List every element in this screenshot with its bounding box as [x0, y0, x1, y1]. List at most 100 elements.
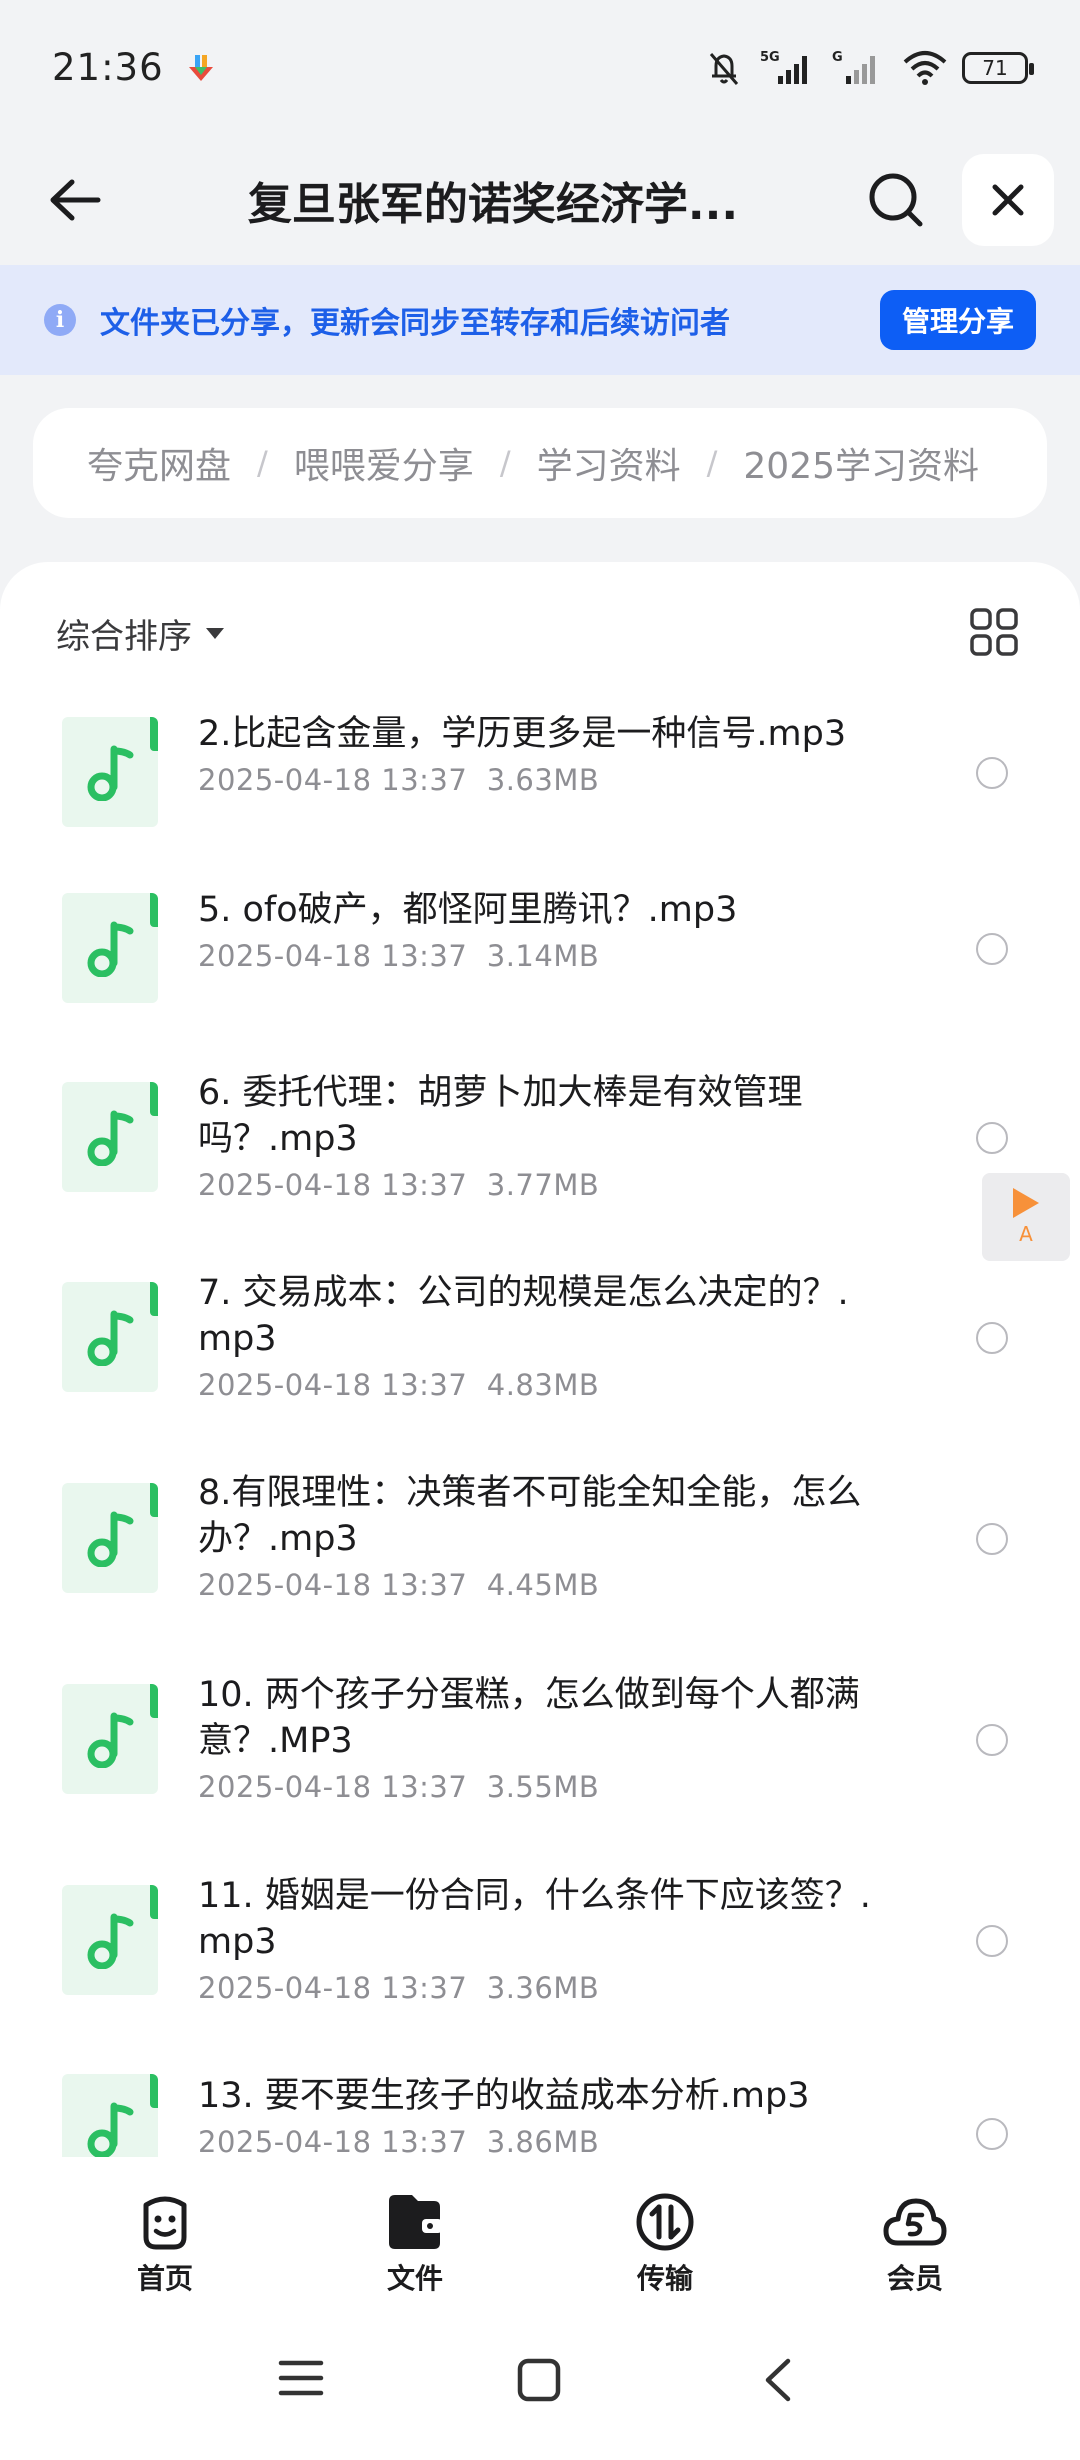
breadcrumb-item[interactable]: 喂喂爱分享: [294, 437, 474, 489]
menu-icon[interactable]: [278, 2357, 324, 2399]
arrow-left-icon: [50, 179, 101, 221]
header: 复旦张军的诺奖经济学...: [0, 135, 1080, 265]
file-date: 2025-04-18 13:37: [198, 1568, 468, 1602]
breadcrumb-separator: /: [706, 444, 718, 482]
audio-file-icon: [62, 1885, 158, 1995]
breadcrumb-separator: /: [499, 444, 511, 482]
breadcrumb-item[interactable]: 2025学习资料: [743, 437, 979, 489]
search-button[interactable]: [856, 160, 936, 240]
select-checkbox[interactable]: [976, 933, 1008, 965]
signal-5g-icon: 5G: [760, 50, 807, 84]
caret-down-icon: [206, 627, 224, 639]
select-checkbox[interactable]: [976, 1724, 1008, 1756]
file-date: 2025-04-18 13:37: [198, 939, 468, 973]
file-date: 2025-04-18 13:37: [198, 1368, 468, 1402]
play-icon: [1013, 1188, 1039, 1218]
file-row[interactable]: 7. 交易成本：公司的规模是怎么决定的？.mp3 2025-04-18 13:3…: [0, 1273, 1080, 1482]
file-date: 2025-04-18 13:37: [198, 1770, 468, 1804]
music-note-icon: [87, 745, 134, 801]
status-time: 21:36: [52, 46, 164, 89]
share-banner: i 文件夹已分享，更新会同步至转存和后续访问者 管理分享: [0, 265, 1080, 375]
nav-item-vip[interactable]: 会员: [790, 2157, 1040, 2297]
music-note-icon: [87, 1110, 134, 1166]
file-row[interactable]: 11. 婚姻是一份合同，什么条件下应该签？.mp3 2025-04-18 13:…: [0, 1876, 1080, 2085]
music-note-icon: [87, 1310, 134, 1366]
nav-item-home[interactable]: 首页: [40, 2157, 290, 2297]
audio-file-icon: [62, 893, 158, 1003]
select-checkbox[interactable]: [976, 1925, 1008, 1957]
select-checkbox[interactable]: [976, 1523, 1008, 1555]
floating-play-button[interactable]: A: [982, 1173, 1070, 1261]
file-size: 3.14MB: [486, 939, 600, 973]
file-meta: 2025-04-18 13:37 3.86MB: [198, 2125, 599, 2157]
search-icon: [869, 173, 923, 227]
network-label-1: 5G: [760, 50, 780, 65]
folder-icon: [389, 2195, 442, 2249]
breadcrumb-item[interactable]: 夸克网盘: [87, 437, 231, 489]
file-size: 4.83MB: [486, 1368, 600, 1402]
share-banner-text: 文件夹已分享，更新会同步至转存和后续访问者: [100, 306, 730, 341]
grid-view-icon[interactable]: [964, 602, 1024, 662]
file-meta: 2025-04-18 13:37 4.83MB: [198, 1368, 599, 1402]
select-checkbox[interactable]: [976, 1122, 1008, 1154]
file-date: 2025-04-18 13:37: [198, 1168, 468, 1202]
file-meta: 2025-04-18 13:37 3.63MB: [198, 763, 599, 797]
home-square-icon[interactable]: [516, 2357, 562, 2403]
file-meta: 2025-04-18 13:37 3.14MB: [198, 939, 599, 973]
file-name: 8.有限理性：决策者不可能全知全能，怎么办？.mp3: [198, 1473, 862, 1559]
file-size: 3.77MB: [486, 1168, 600, 1202]
file-list-card: 综合排序 2.比起含金量，学历更多是一种信号.mp3 2025-04-18 13…: [0, 562, 1080, 2157]
audio-file-icon: [62, 1282, 158, 1392]
sort-label: 综合排序: [56, 616, 192, 657]
file-size: 3.36MB: [486, 1971, 600, 2005]
nav-label: 传输: [636, 2262, 693, 2295]
file-row[interactable]: 2.比起含金量，学历更多是一种信号.mp3 2025-04-18 13:37 3…: [0, 714, 1080, 887]
file-name: 13. 要不要生孩子的收益成本分析.mp3: [198, 2076, 810, 2116]
audio-file-icon: [62, 1483, 158, 1593]
manage-share-button[interactable]: 管理分享: [879, 290, 1036, 350]
download-app-icon: [188, 54, 213, 81]
breadcrumb-item[interactable]: 学习资料: [537, 437, 681, 489]
signal-g-icon: G: [832, 50, 875, 84]
file-row[interactable]: 10. 两个孩子分蛋糕，怎么做到每个人都满意？.MP3 2025-04-18 1…: [0, 1675, 1080, 1884]
file-row[interactable]: 8.有限理性：决策者不可能全知全能，怎么办？.mp3 2025-04-18 13…: [0, 1473, 1080, 1683]
nav-label: 首页: [136, 2262, 193, 2295]
nav-label: 会员: [886, 2262, 943, 2295]
audio-file-icon: [62, 2074, 158, 2157]
nav-item-files[interactable]: 文件: [290, 2157, 540, 2297]
select-checkbox[interactable]: [976, 757, 1008, 789]
back-chevron-icon[interactable]: [760, 2357, 796, 2403]
smile-face-icon: [143, 2196, 187, 2250]
sort-dropdown[interactable]: 综合排序: [56, 598, 224, 668]
bottom-nav: 首页 文件 传输 会员: [0, 2157, 1080, 2297]
file-meta: 2025-04-18 13:37 4.45MB: [198, 1568, 599, 1602]
file-date: 2025-04-18 13:37: [198, 1971, 468, 2005]
file-name: 11. 婚姻是一份合同，什么条件下应该签？.mp3: [198, 1876, 871, 1962]
select-checkbox[interactable]: [976, 1322, 1008, 1354]
select-checkbox[interactable]: [976, 2118, 1008, 2150]
breadcrumb-separator: /: [257, 444, 268, 482]
cloud-vip-icon: [883, 2198, 947, 2246]
file-name: 5. ofo破产，都怪阿里腾讯？.mp3: [198, 890, 738, 930]
audio-file-icon: [62, 1082, 158, 1192]
file-size: 3.55MB: [486, 1770, 600, 1804]
file-row[interactable]: 6. 委托代理：胡萝卜加大棒是有效管理吗？.mp3 2025-04-18 13:…: [0, 1073, 1080, 1280]
nav-item-transfer[interactable]: 传输: [540, 2157, 790, 2297]
back-button[interactable]: [40, 165, 110, 235]
status-bar: 21:36 5G G 71: [0, 0, 1080, 135]
audio-file-icon: [62, 717, 158, 827]
file-row[interactable]: 5. ofo破产，都怪阿里腾讯？.mp3 2025-04-18 13:37 3.…: [0, 890, 1080, 1063]
file-name: 7. 交易成本：公司的规模是怎么决定的？.mp3: [198, 1273, 849, 1359]
file-row[interactable]: 13. 要不要生孩子的收益成本分析.mp3 2025-04-18 13:37 3…: [0, 2074, 1080, 2157]
file-meta: 2025-04-18 13:37 3.55MB: [198, 1770, 599, 1804]
music-note-icon: [87, 921, 134, 977]
info-icon: i: [44, 304, 76, 336]
close-icon: [992, 184, 1024, 216]
close-button[interactable]: [962, 154, 1054, 246]
file-name: 2.比起含金量，学历更多是一种信号.mp3: [198, 714, 847, 754]
file-size: 4.45MB: [486, 1568, 600, 1602]
music-note-icon: [87, 1913, 134, 1969]
wifi-icon: [903, 50, 947, 85]
file-name: 6. 委托代理：胡萝卜加大棒是有效管理吗？.mp3: [198, 1073, 803, 1159]
file-date: 2025-04-18 13:37: [198, 763, 468, 797]
